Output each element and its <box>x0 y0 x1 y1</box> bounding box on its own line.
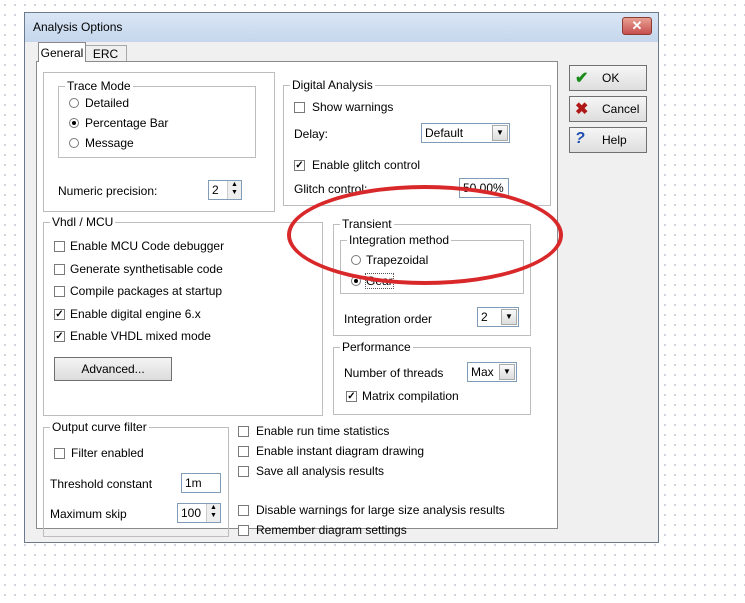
question-icon: ? <box>575 130 585 147</box>
integration-method-title: Integration method <box>347 233 452 247</box>
dropdown-arrow-icon[interactable]: ▼ <box>501 309 517 325</box>
trace-detailed-label: Detailed <box>85 96 130 110</box>
threads-label: Number of threads <box>344 366 444 380</box>
digital-analysis-title: Digital Analysis <box>290 78 375 92</box>
max-skip-label: Maximum skip <box>50 507 127 521</box>
numeric-precision-spinner[interactable]: 2 ▲ ▼ <box>208 180 242 200</box>
dropdown-arrow-icon[interactable]: ▼ <box>499 364 515 380</box>
delay-label: Delay: <box>294 127 329 141</box>
title-bar[interactable]: Analysis Options ✕ <box>25 13 658 42</box>
threads-select[interactable]: Max ▼ <box>467 362 517 382</box>
run-time-statistics-checkbox[interactable] <box>238 426 249 437</box>
threshold-value: 1m <box>185 476 202 490</box>
enable-glitch-label: Enable glitch control <box>312 158 421 172</box>
disable-warnings-label: Disable warnings for large size analysis… <box>256 503 505 517</box>
check-icon: ✔ <box>575 70 589 87</box>
instant-diagram-checkbox[interactable] <box>238 446 249 457</box>
transient-title: Transient <box>340 217 394 231</box>
help-label: Help <box>602 133 627 147</box>
save-results-label: Save all analysis results <box>256 464 385 478</box>
matrix-compilation-checkbox[interactable]: ✓ <box>346 391 357 402</box>
mcu-debugger-checkbox[interactable] <box>54 241 65 252</box>
instant-diagram-label: Enable instant diagram drawing <box>256 444 425 458</box>
vhdl-mixed-mode-label: Enable VHDL mixed mode <box>70 329 211 343</box>
trace-percentage-bar-radio[interactable] <box>69 118 79 128</box>
gear-label: Gear <box>365 273 394 289</box>
show-warnings-label: Show warnings <box>312 100 394 114</box>
compile-packages-label: Compile packages at startup <box>70 284 223 298</box>
show-warnings-checkbox[interactable] <box>294 102 305 113</box>
close-button[interactable]: ✕ <box>622 17 652 35</box>
delay-select[interactable]: Default ▼ <box>421 123 510 143</box>
trace-mode-group: Trace Mode Detailed Percentage Bar Messa… <box>58 79 256 158</box>
disable-warnings-checkbox[interactable] <box>238 505 249 516</box>
glitch-control-label: Glitch control: <box>294 182 368 196</box>
trace-message-label: Message <box>85 136 134 150</box>
digital-engine-label: Enable digital engine 6.x <box>70 307 201 321</box>
save-results-checkbox[interactable] <box>238 466 249 477</box>
digital-analysis-group: Digital Analysis Show warnings Delay: De… <box>283 78 551 206</box>
vhdl-mcu-title: Vhdl / MCU <box>50 215 116 229</box>
transient-group: Transient Integration method Trapezoidal… <box>333 217 531 336</box>
glitch-control-input[interactable]: 50.00% <box>459 178 509 198</box>
trace-mode-title: Trace Mode <box>65 79 133 93</box>
max-skip-spinner[interactable]: 100 ▲ ▼ <box>177 503 221 523</box>
vhdl-mcu-group: Vhdl / MCU Enable MCU Code debugger Gene… <box>43 215 323 416</box>
gear-radio[interactable] <box>351 276 361 286</box>
filter-enabled-label: Filter enabled <box>71 446 144 460</box>
filter-enabled-checkbox[interactable] <box>54 448 65 459</box>
output-curve-filter-group: Output curve filter Filter enabled Thres… <box>43 420 229 537</box>
trapezoidal-label: Trapezoidal <box>366 253 429 267</box>
threshold-label: Threshold constant <box>50 477 153 491</box>
remember-diagram-checkbox[interactable] <box>238 525 249 536</box>
trace-detailed-radio[interactable] <box>69 98 79 108</box>
matrix-compilation-label: Matrix compilation <box>362 389 459 403</box>
integration-method-group: Integration method Trapezoidal Gear <box>340 233 524 294</box>
max-skip-value: 100 <box>181 506 202 520</box>
dropdown-arrow-icon[interactable]: ▼ <box>492 125 508 141</box>
compile-packages-checkbox[interactable] <box>54 286 65 297</box>
trace-percentage-bar-label: Percentage Bar <box>85 116 169 130</box>
advanced-button[interactable]: Advanced... <box>54 357 172 381</box>
threads-value: Max <box>471 365 494 379</box>
ok-label: OK <box>602 71 620 85</box>
cancel-label: Cancel <box>602 102 640 116</box>
vhdl-mixed-mode-checkbox[interactable]: ✓ <box>54 331 65 342</box>
enable-glitch-checkbox[interactable]: ✓ <box>294 160 305 171</box>
tab-erc[interactable]: ERC <box>85 45 127 62</box>
glitch-control-value: 50.00% <box>463 181 504 195</box>
delay-value: Default <box>425 126 464 140</box>
x-icon: ✖ <box>575 101 589 118</box>
synthetisable-code-label: Generate synthetisable code <box>70 262 223 276</box>
remember-diagram-label: Remember diagram settings <box>256 523 407 537</box>
digital-engine-checkbox[interactable]: ✓ <box>54 309 65 320</box>
cancel-button[interactable]: ✖ Cancel <box>569 96 647 122</box>
spinner-arrows-icon[interactable]: ▲ ▼ <box>227 181 241 199</box>
integration-order-select[interactable]: 2 ▼ <box>477 307 519 327</box>
help-button[interactable]: ? Help <box>569 127 647 153</box>
numeric-precision-label: Numeric precision: <box>58 184 158 198</box>
ok-button[interactable]: ✔ OK <box>569 65 647 91</box>
performance-group: Performance Number of threads Max ▼ ✓ Ma… <box>333 340 531 415</box>
integration-order-value: 2 <box>481 310 488 324</box>
numeric-precision-value: 2 <box>212 183 219 197</box>
trapezoidal-radio[interactable] <box>351 255 361 265</box>
general-tab-page: Trace Mode Detailed Percentage Bar Messa… <box>36 61 558 537</box>
performance-title: Performance <box>340 340 413 354</box>
synthetisable-code-checkbox[interactable] <box>54 264 65 275</box>
trace-message-radio[interactable] <box>69 138 79 148</box>
output-curve-filter-title: Output curve filter <box>50 420 149 434</box>
integration-order-label: Integration order <box>344 312 433 326</box>
threshold-input[interactable]: 1m <box>181 473 221 493</box>
run-time-statistics-label: Enable run time statistics <box>256 424 390 438</box>
left-top-group: Trace Mode Detailed Percentage Bar Messa… <box>43 72 275 212</box>
spinner-arrows-icon[interactable]: ▲ ▼ <box>206 504 220 522</box>
window-title: Analysis Options <box>33 20 123 34</box>
tab-general[interactable]: General <box>38 42 86 62</box>
mcu-debugger-label: Enable MCU Code debugger <box>70 239 225 253</box>
analysis-options-dialog: Analysis Options ✕ General ERC Trace Mod… <box>24 12 659 543</box>
